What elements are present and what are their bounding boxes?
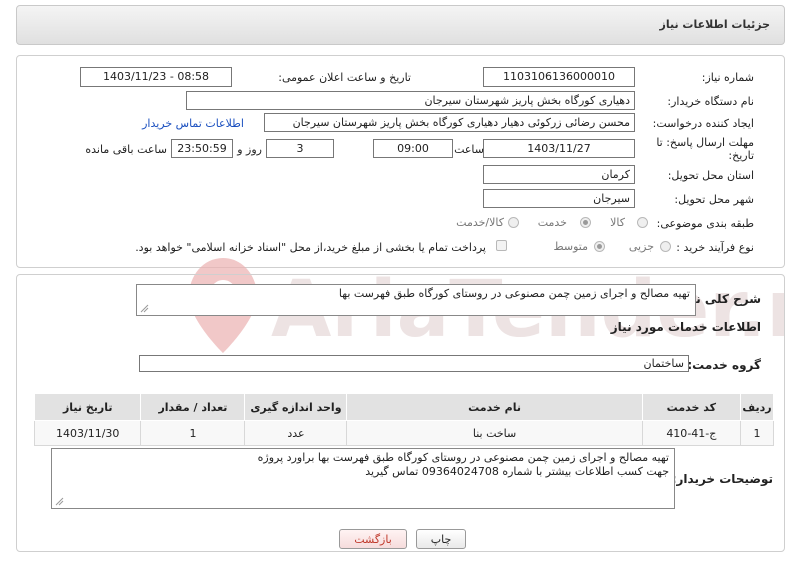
col-code: کد خدمت — [641, 393, 742, 421]
province-label: استان محل تحویل: — [667, 169, 754, 182]
process-type-label: نوع فرآیند خرید : — [676, 241, 754, 254]
category-option-service: خدمت — [537, 216, 567, 229]
col-qty: تعداد / مقدار — [140, 393, 246, 421]
remaining-label: ساعت باقی مانده — [85, 143, 167, 156]
category-option-goods-service: کالا/خدمت — [456, 216, 504, 229]
resize-handle-icon — [140, 304, 149, 313]
requester-label: ایجاد کننده درخواست: — [652, 117, 754, 130]
col-unit: واحد اندازه گیری — [244, 393, 348, 421]
deadline-date-field: 1403/11/27 — [483, 139, 635, 158]
cell-index: 1 — [740, 420, 774, 446]
summary-textbox[interactable]: تهیه مصالح و اجرای زمین چمن مصنوعی در رو… — [136, 284, 696, 316]
announce-date-field: 1403/11/23 - 08:58 — [80, 67, 232, 87]
summary-text: تهیه مصالح و اجرای زمین چمن مصنوعی در رو… — [338, 287, 690, 300]
contact-info-link-text[interactable]: اطلاعات تماس خریدار — [142, 117, 244, 130]
cell-code: ج-41-410 — [641, 420, 742, 446]
treasury-payment-checkbox[interactable] — [496, 240, 507, 251]
category-label: طبقه بندی موضوعی: — [656, 217, 754, 230]
process-option-medium: متوسط — [553, 240, 588, 253]
cell-name: ساخت بنا — [346, 420, 643, 446]
cell-unit: عدد — [244, 420, 348, 446]
buyer-notes-line-1: تهیه مصالح و اجرای زمین چمن مصنوعی در رو… — [257, 451, 669, 464]
process-option-minor: جزیی — [628, 240, 654, 253]
deadline-time-field: 09:00 — [373, 139, 453, 158]
service-group-field: ساختمان — [139, 355, 689, 372]
services-section-title: اطلاعات خدمات مورد نیاز — [610, 320, 761, 334]
days-remaining-field: 3 — [266, 139, 334, 158]
city-label: شهر محل تحویل: — [674, 193, 754, 206]
requester-field: محسن رضائی زرکوئی دهیار دهیاری کورگاه بخ… — [264, 113, 635, 132]
province-field: کرمان — [483, 165, 635, 184]
buyer-org-label: نام دستگاه خریدار: — [667, 95, 754, 108]
service-group-label: گروه خدمت: — [687, 358, 761, 372]
services-table: ردیف کد خدمت نام خدمت واحد اندازه گیری ت… — [33, 393, 774, 446]
resize-handle-icon — [55, 497, 64, 506]
process-radio-minor[interactable] — [660, 241, 671, 252]
need-number-label: شماره نیاز: — [701, 71, 754, 84]
category-option-goods: کالا — [610, 216, 625, 229]
treasury-payment-note: پرداخت تمام یا بخشی از مبلغ خرید،از محل … — [135, 241, 486, 254]
back-button[interactable]: بازگشت — [339, 529, 407, 549]
category-radio-goods[interactable] — [637, 217, 648, 228]
deadline-label: مهلت ارسال پاسخ: تا تاریخ: — [656, 136, 754, 162]
deadline-time-label: ساعت — [454, 143, 484, 156]
col-name: نام خدمت — [346, 393, 643, 421]
page-title: جزئیات اطلاعات نیاز — [659, 18, 771, 31]
buyer-notes-textbox[interactable]: تهیه مصالح و اجرای زمین چمن مصنوعی در رو… — [51, 448, 675, 509]
category-radio-goods-service[interactable] — [508, 217, 519, 228]
days-label: روز و — [237, 143, 262, 156]
buyer-notes-label: توضیحات خریدار: — [671, 472, 773, 486]
buyer-org-field: دهیاری کورگاه بخش پاریز شهرستان سیرجان — [186, 91, 635, 110]
need-number-field: 1103106136000010 — [483, 67, 635, 87]
contact-info-link[interactable]: اطلاعات تماس خریدار — [142, 117, 244, 130]
col-index: ردیف — [740, 393, 774, 421]
city-field: سیرجان — [483, 189, 635, 208]
process-radio-medium[interactable] — [594, 241, 605, 252]
table-row: 1 ج-41-410 ساخت بنا عدد 1 1403/11/30 — [33, 420, 774, 446]
page-header: جزئیات اطلاعات نیاز — [16, 5, 785, 45]
table-header-row: ردیف کد خدمت نام خدمت واحد اندازه گیری ت… — [33, 393, 774, 421]
cell-qty: 1 — [140, 420, 246, 446]
cell-date: 1403/11/30 — [33, 420, 142, 446]
category-radio-service[interactable] — [580, 217, 591, 228]
remaining-time-field: 23:50:59 — [171, 139, 233, 158]
buyer-notes-line-2: جهت کسب اطلاعات بیشتر با شماره 093640247… — [365, 465, 669, 478]
col-date: تاریخ نیاز — [33, 393, 142, 421]
print-button[interactable]: چاپ — [416, 529, 466, 549]
announce-date-label: تاریخ و ساعت اعلان عمومی: — [278, 71, 411, 84]
